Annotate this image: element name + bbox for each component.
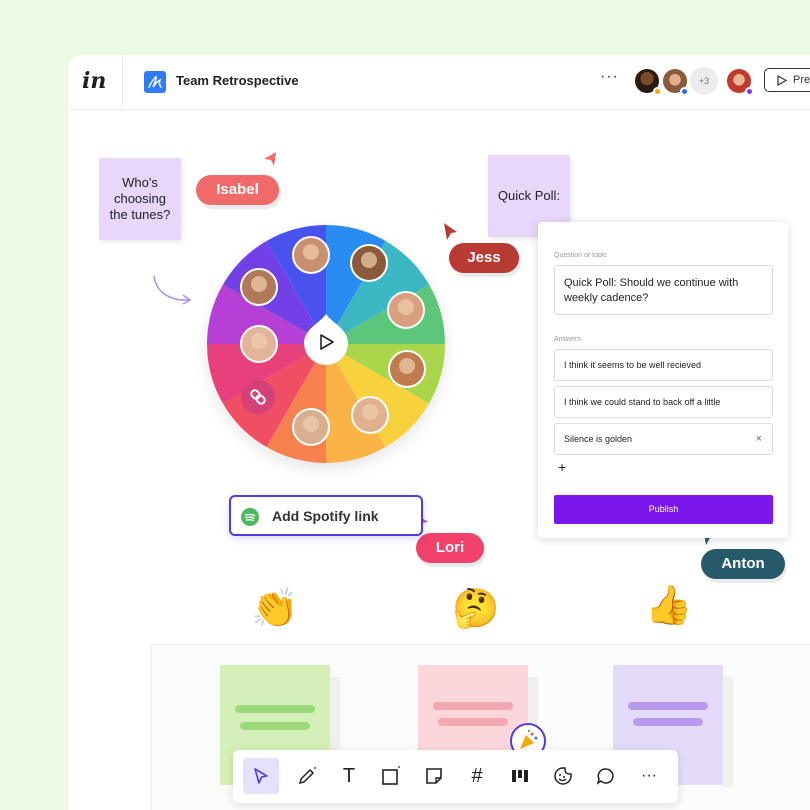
sticky-text: Quick Poll: <box>497 188 561 203</box>
more-participants-badge[interactable]: +3 <box>690 67 718 95</box>
sticky-note-icon[interactable] <box>416 758 452 794</box>
comment-icon[interactable] <box>588 758 624 794</box>
avatar-face <box>303 416 319 432</box>
avatar-face <box>398 299 414 315</box>
cursor-icon <box>264 152 276 166</box>
answer-text: Silence is golden <box>564 434 633 444</box>
spotify-icon <box>241 508 259 526</box>
thumbs-up-emoji[interactable]: 👍 <box>645 586 692 626</box>
add-answer-icon[interactable]: + <box>558 459 566 475</box>
more-icon[interactable]: ··· <box>631 758 667 794</box>
cursor-label-lori: Lori <box>416 533 484 563</box>
canvas: in Team Retrospective ··· +3 Pre Who's c… <box>0 0 810 810</box>
presence-dot <box>745 87 754 96</box>
bottom-toolbar: T # ··· <box>233 750 678 803</box>
answer-input[interactable]: Silence is golden × <box>554 423 773 455</box>
play-icon <box>777 75 787 86</box>
shape-icon[interactable] <box>373 758 409 794</box>
placeholder-line <box>628 702 708 710</box>
cursor-label-isabel: Isabel <box>196 175 279 205</box>
close-icon[interactable]: × <box>756 424 762 454</box>
curved-arrow-icon <box>153 275 192 305</box>
top-bar: in Team Retrospective ··· +3 Pre <box>68 55 810 110</box>
spotify-link-input[interactable]: Add Spotify link <box>229 495 423 536</box>
cursor-label-anton: Anton <box>701 549 785 579</box>
present-label: Pre <box>793 74 810 86</box>
document-icon <box>144 71 166 93</box>
question-input[interactable]: Quick Poll: Should we continue with week… <box>554 265 773 315</box>
thinking-emoji[interactable]: 🤔 <box>452 589 499 629</box>
placeholder-line <box>633 718 703 726</box>
presence-dot <box>680 87 689 96</box>
sticky-text: Who's choosing the tunes? <box>109 175 171 222</box>
present-button[interactable]: Pre <box>764 68 810 92</box>
avatar-face <box>399 358 415 374</box>
avatar-face <box>362 404 378 420</box>
avatar-face <box>251 276 267 292</box>
presence-dot <box>653 87 662 96</box>
layout-icon[interactable] <box>502 758 538 794</box>
frame-icon[interactable]: # <box>459 758 495 794</box>
poll-panel: Question or topic Quick Poll: Should we … <box>538 222 788 538</box>
avatar-face <box>303 244 319 260</box>
cursor-label-jess: Jess <box>449 243 519 273</box>
more-options-icon[interactable]: ··· <box>600 68 619 86</box>
pencil-icon[interactable] <box>289 758 325 794</box>
card-shadow <box>723 677 733 787</box>
spinner-wheel[interactable] <box>207 225 445 463</box>
document-title[interactable]: Team Retrospective <box>176 73 299 88</box>
invision-logo[interactable]: in <box>82 68 106 94</box>
question-label: Question or topic <box>554 252 607 259</box>
text-icon[interactable]: T <box>331 758 367 794</box>
avatar-face <box>251 333 267 349</box>
answers-label: Answers <box>554 336 581 343</box>
select-tool-icon[interactable] <box>243 758 279 794</box>
avatar-face <box>361 252 377 268</box>
spotify-label: Add Spotify link <box>272 508 379 524</box>
sticker-icon[interactable] <box>545 758 581 794</box>
sticky-note[interactable]: Who's choosing the tunes? <box>99 158 181 240</box>
placeholder-line <box>240 722 310 730</box>
placeholder-line <box>235 705 315 713</box>
placeholder-line <box>433 702 513 710</box>
placeholder-line <box>438 718 508 726</box>
publish-button[interactable]: Publish <box>554 495 773 524</box>
answer-input[interactable]: I think it seems to be well recieved <box>554 349 773 381</box>
answer-input[interactable]: I think we could stand to back off a lit… <box>554 386 773 418</box>
divider <box>122 55 123 110</box>
clapping-emoji[interactable]: 👏 <box>251 589 298 629</box>
cursor-icon <box>444 223 457 240</box>
